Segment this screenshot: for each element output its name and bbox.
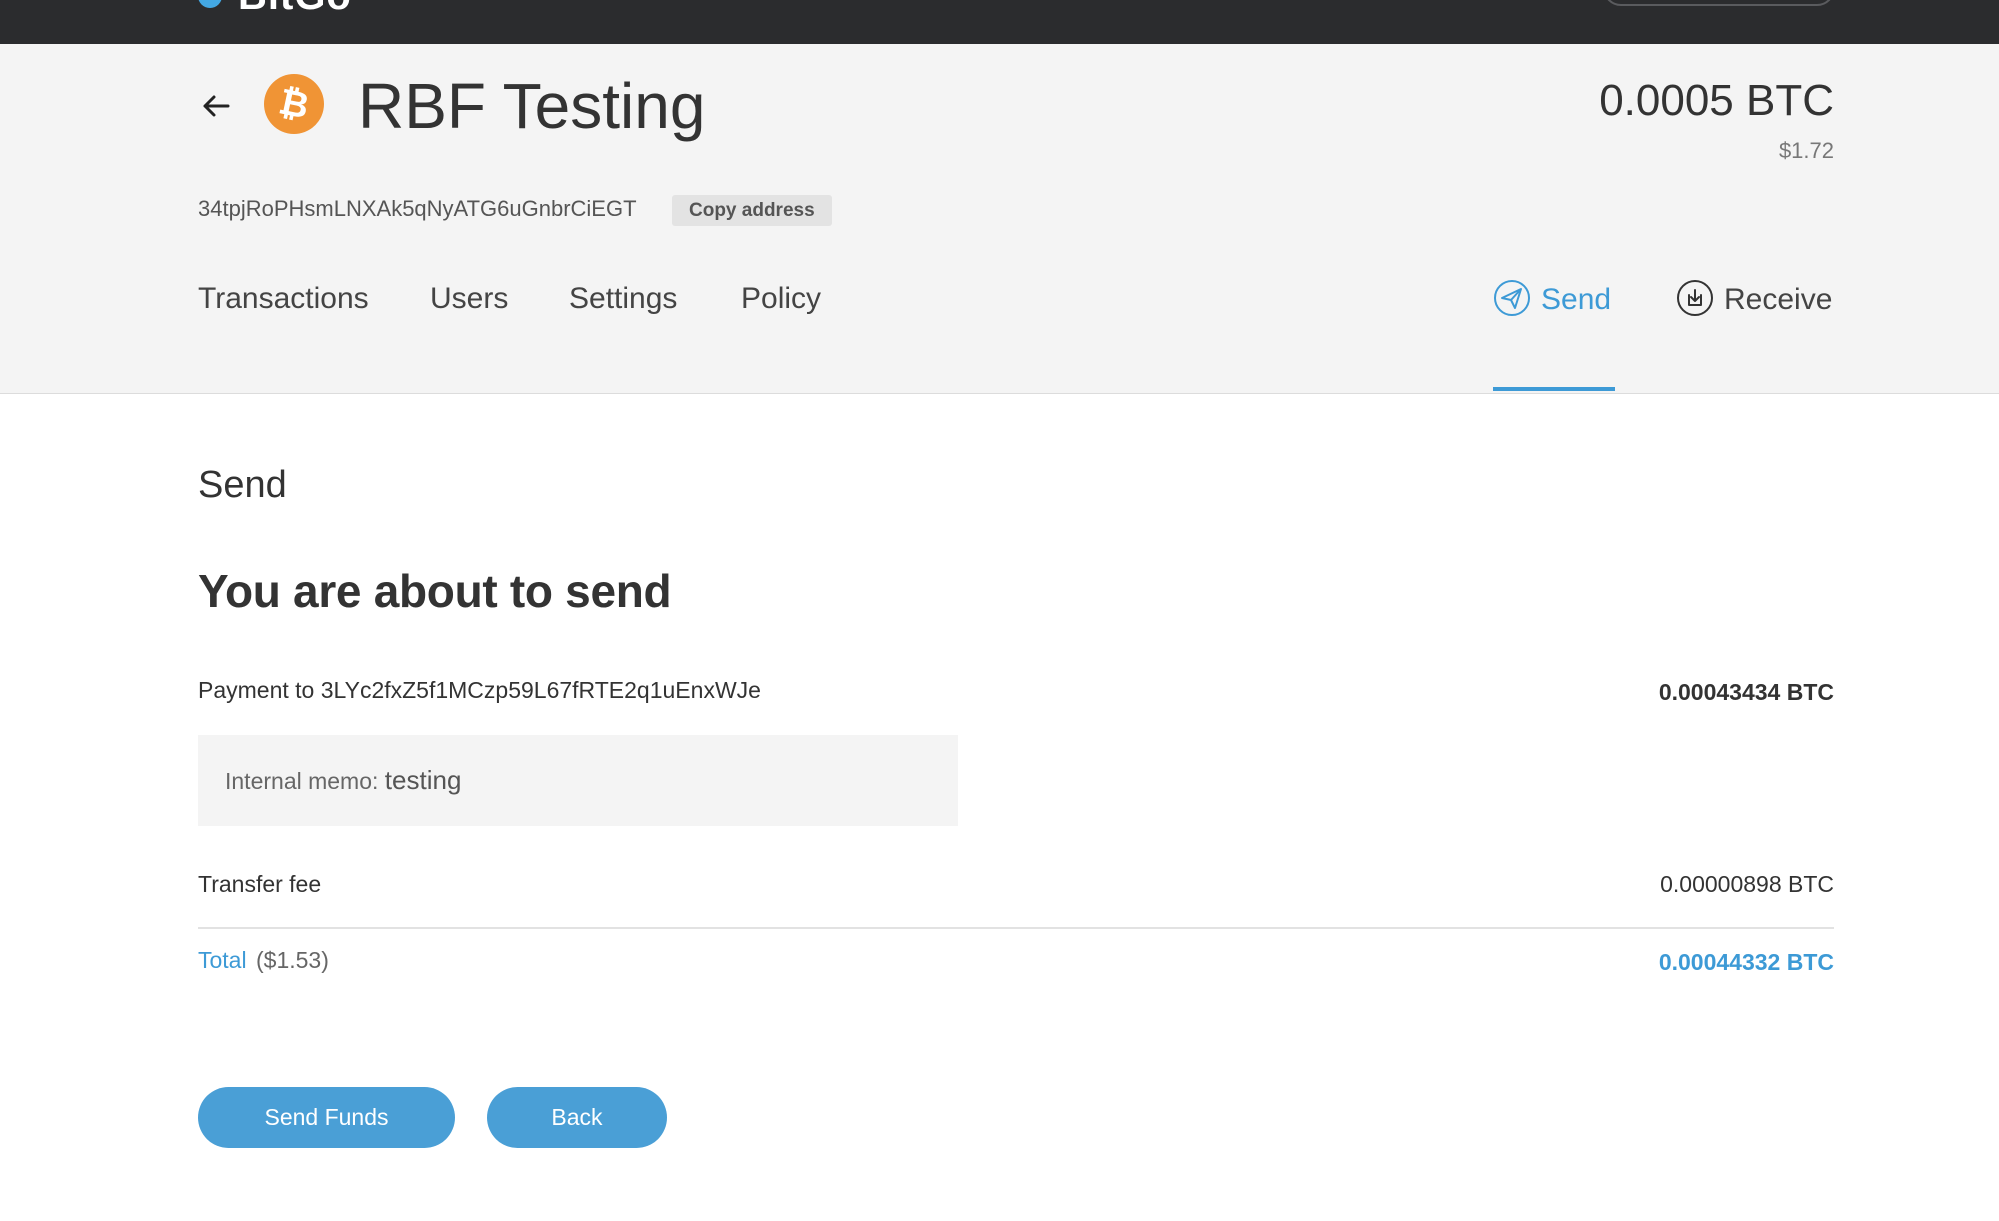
tab-users[interactable]: Users	[430, 282, 508, 316]
tab-policy[interactable]: Policy	[741, 282, 821, 316]
wallet-balance-usd: $1.72	[1778, 138, 1834, 163]
total-usd: ($1.53)	[256, 947, 329, 973]
memo-value: testing	[384, 765, 462, 795]
section-title: Send	[198, 464, 287, 506]
wallet-address: 34tpjRoPHsmLNXAk5qNyATG6uGnbrCiEGT	[198, 196, 637, 221]
wallet-balance-btc: 0.0005 BTC	[1599, 76, 1834, 125]
total-amount: 0.00044332 BTC	[1658, 949, 1834, 975]
paper-plane-icon	[1494, 280, 1530, 316]
receive-download-icon	[1677, 280, 1713, 316]
bitgo-logo-icon[interactable]	[198, 0, 222, 8]
payment-recipient: Payment to 3LYc2fxZ5f1MCzp59L67fRTE2q1uE…	[198, 677, 761, 703]
active-tab-indicator	[1493, 387, 1615, 391]
top-navbar: BitGo	[0, 0, 1999, 44]
total-label: Total	[198, 947, 247, 973]
internal-memo-box: Internal memo: testing	[198, 735, 958, 826]
back-arrow-icon[interactable]	[198, 88, 234, 124]
transfer-fee-amount: 0.00000898 BTC	[1660, 871, 1834, 897]
send-funds-button[interactable]: Send Funds	[198, 1087, 455, 1148]
tab-send-label: Send	[1541, 282, 1612, 316]
bitgo-logo-text[interactable]: BitGo	[238, 0, 352, 19]
top-account-button[interactable]	[1603, 0, 1835, 6]
memo-label: Internal memo:	[225, 768, 385, 794]
confirm-heading: You are about to send	[198, 565, 672, 617]
tab-receive[interactable]: Receive	[1676, 280, 1833, 320]
tab-send[interactable]: Send	[1493, 280, 1612, 320]
transfer-fee-label: Transfer fee	[198, 871, 322, 897]
tab-settings[interactable]: Settings	[569, 282, 677, 316]
tab-transactions[interactable]: Transactions	[198, 282, 369, 316]
tab-receive-label: Receive	[1724, 282, 1833, 316]
copy-address-button[interactable]: Copy address	[672, 195, 832, 226]
divider	[198, 927, 1834, 929]
back-button[interactable]: Back	[487, 1087, 667, 1148]
payment-amount: 0.00043434 BTC	[1658, 679, 1834, 705]
wallet-title: RBF Testing	[358, 70, 706, 142]
